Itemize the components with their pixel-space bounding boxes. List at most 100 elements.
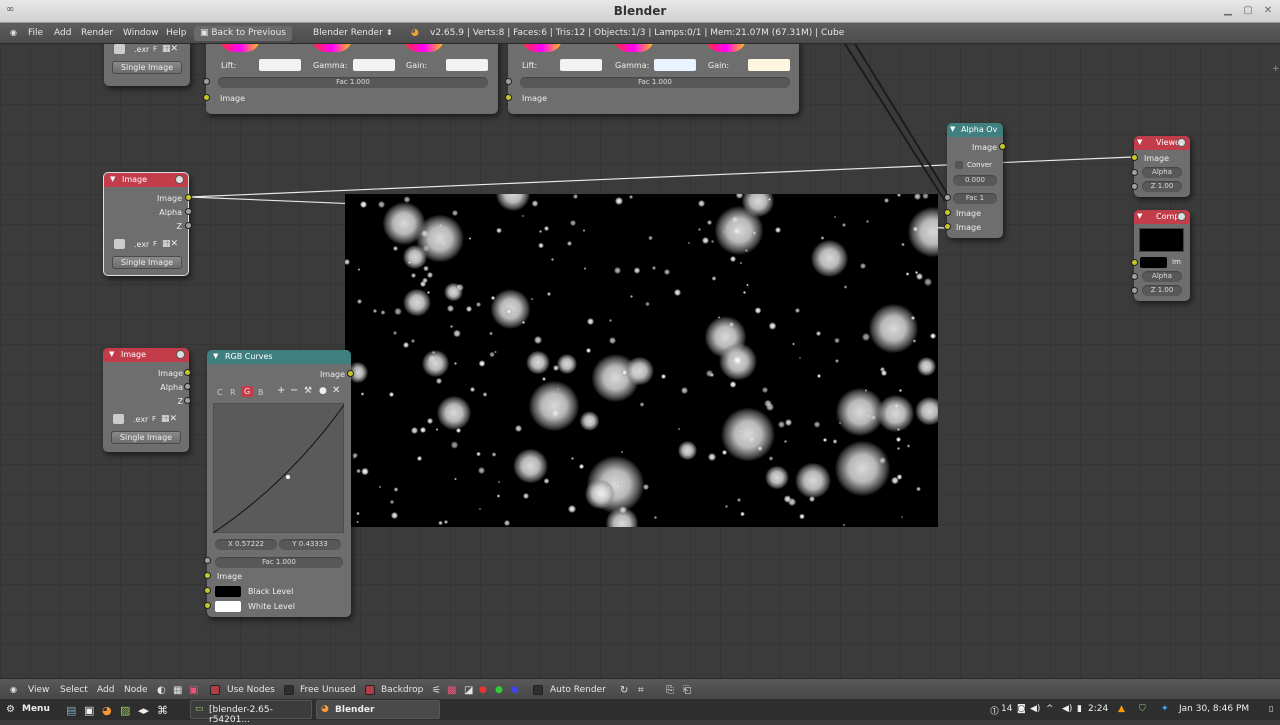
viewer-node[interactable]: ▼ Viewe Image Alpha Z 1.00 [1131, 136, 1190, 197]
snap-mode-icon[interactable]: ⌗ [638, 685, 644, 696]
fac-field[interactable]: Fac 1.000 [520, 77, 790, 88]
terminal-icon[interactable]: ▣ [84, 704, 94, 717]
node-editor[interactable]: .exr F ▦✕ Single Image Lift: Gamma: Gain… [0, 44, 1280, 678]
camera-icon[interactable]: ◙ [1017, 704, 1026, 714]
input-fac-socket[interactable] [204, 557, 211, 564]
minimize-icon[interactable]: ▁ [1221, 4, 1235, 18]
collapse-icon[interactable]: ▼ [213, 352, 218, 360]
premul-field[interactable]: 0.000 [953, 175, 997, 186]
source-select[interactable]: Single Image [112, 256, 182, 269]
fake-user-button[interactable]: F [152, 415, 156, 423]
free-unused-checkbox[interactable] [284, 685, 294, 695]
back-icon[interactable]: ◂▸ [138, 704, 149, 717]
alpha-field[interactable]: Alpha [1142, 167, 1182, 178]
sidebar-toggle-icon[interactable]: + [1272, 64, 1280, 74]
green-channel-icon[interactable]: ● [495, 685, 503, 695]
output-z-socket[interactable] [184, 397, 191, 404]
preview-toggle-icon[interactable] [1177, 138, 1186, 147]
collapse-icon[interactable]: ▼ [109, 350, 114, 358]
color-balance-node-right[interactable]: Lift: Gamma: Gain: Fac 1.000 Image [505, 44, 799, 114]
node-header[interactable]: ▼ Comp [1134, 210, 1190, 224]
output-image-socket[interactable] [347, 370, 354, 377]
image-node-1[interactable]: ▼ Image Image Alpha Z .exr F ▦✕ Single Im… [103, 172, 192, 276]
alpha-field[interactable]: Alpha [1142, 271, 1182, 282]
blender-launcher-icon[interactable]: ◕ [102, 704, 112, 717]
output-alpha-socket[interactable] [184, 383, 191, 390]
z-field[interactable]: Z 1.00 [1142, 285, 1182, 296]
fake-user-button[interactable]: F [153, 45, 157, 53]
input-socket[interactable] [505, 78, 512, 85]
input-socket[interactable] [505, 94, 512, 101]
image-viewer-icon[interactable]: ▨ [120, 704, 130, 717]
gain-color[interactable] [446, 59, 488, 71]
preview-toggle-icon[interactable] [1177, 212, 1186, 221]
input-image-socket[interactable] [1131, 154, 1138, 161]
backdrop-checkbox[interactable] [365, 685, 375, 695]
volume-icon[interactable]: ◀) [1062, 704, 1072, 714]
input-z-socket[interactable] [1131, 183, 1138, 190]
input-socket[interactable] [203, 78, 210, 85]
image-node-2[interactable]: ▼ Image Image Alpha Z .exr F ▦✕ Single Im… [103, 348, 191, 452]
input-alpha-socket[interactable] [1131, 273, 1138, 280]
input-image-socket-2[interactable] [944, 223, 951, 230]
input-fac-socket[interactable] [944, 194, 951, 201]
taskbar-item-terminal[interactable]: ▭ [blender-2.65-r54201... [190, 700, 312, 725]
output-image-socket[interactable] [999, 143, 1006, 150]
maximize-icon[interactable]: ▢ [1241, 4, 1255, 18]
lift-color[interactable] [259, 59, 301, 71]
convert-premul-checkbox[interactable] [955, 161, 963, 169]
input-image-socket-1[interactable] [944, 209, 951, 216]
files-icon[interactable]: ▤ [66, 704, 76, 717]
update-icon[interactable]: ⓵ [990, 704, 999, 717]
preview-toggle-icon[interactable] [176, 350, 185, 359]
node-header[interactable]: ▼ Image [103, 348, 189, 362]
color-icon[interactable]: ◪ [464, 685, 473, 696]
paste-icon[interactable]: ⎗ [683, 685, 691, 696]
menu-node[interactable]: Node [124, 685, 148, 695]
gamma-color[interactable] [353, 59, 395, 71]
collapse-icon[interactable]: ▼ [110, 175, 115, 183]
gain-wheel[interactable] [404, 44, 444, 52]
black-level-socket[interactable] [204, 587, 211, 594]
start-menu-button[interactable]: Menu [22, 704, 50, 714]
source-select[interactable]: Single Image [111, 431, 181, 444]
output-image-socket[interactable] [185, 194, 192, 201]
caret-up-icon[interactable]: ^ [1046, 704, 1054, 714]
menu-file[interactable]: File [28, 28, 43, 38]
input-image-socket[interactable] [1131, 259, 1138, 266]
render-engine-select[interactable]: Blender Render [313, 28, 383, 38]
editor-type-icon[interactable]: ◉ [10, 685, 17, 694]
zoom-in-icon[interactable]: + [277, 385, 285, 396]
back-to-previous-button[interactable]: ▣ Back to Previous [194, 26, 293, 41]
backdrop-channel-icons[interactable]: ⚟ [432, 685, 441, 696]
show-desktop-icon[interactable]: ▯ [1269, 704, 1273, 713]
close-icon[interactable]: ✕ [1261, 4, 1275, 18]
channel-c-tab[interactable]: C [217, 388, 223, 397]
sound-icon[interactable]: ◀) [1030, 704, 1040, 714]
node-header[interactable]: ▼ RGB Curves [207, 350, 351, 364]
output-z-socket[interactable] [185, 222, 192, 229]
browse-icon[interactable]: ▦✕ [162, 44, 178, 54]
curve-point[interactable] [286, 475, 290, 479]
preview-toggle-icon[interactable] [175, 175, 184, 184]
fake-user-button[interactable]: F [153, 240, 157, 248]
output-alpha-socket[interactable] [185, 208, 192, 215]
point-icon[interactable]: ● [319, 386, 327, 396]
node-header[interactable]: ▼ Image [104, 173, 188, 187]
z-field[interactable]: Z 1.00 [1142, 181, 1182, 192]
collapse-icon[interactable]: ▼ [1137, 138, 1142, 146]
shield-icon[interactable]: ⛉ [1139, 704, 1146, 714]
menu-window[interactable]: Window [123, 28, 159, 38]
gamma-color[interactable] [654, 59, 696, 71]
menu-render[interactable]: Render [81, 28, 113, 38]
start-menu-icon[interactable]: ⚙ [6, 704, 15, 715]
input-socket[interactable] [203, 94, 210, 101]
network-tray-icon[interactable]: ✦ [1161, 704, 1169, 714]
color-alpha-icon[interactable]: ▩ [447, 685, 456, 696]
input-alpha-socket[interactable] [1131, 169, 1138, 176]
blue-channel-icon[interactable]: ● [511, 685, 519, 695]
fac-field[interactable]: Fac 1.000 [215, 557, 343, 568]
editor-type-icon[interactable]: ◉ [10, 28, 17, 37]
curve-graph[interactable] [213, 403, 344, 533]
input-image-socket[interactable] [204, 572, 211, 579]
